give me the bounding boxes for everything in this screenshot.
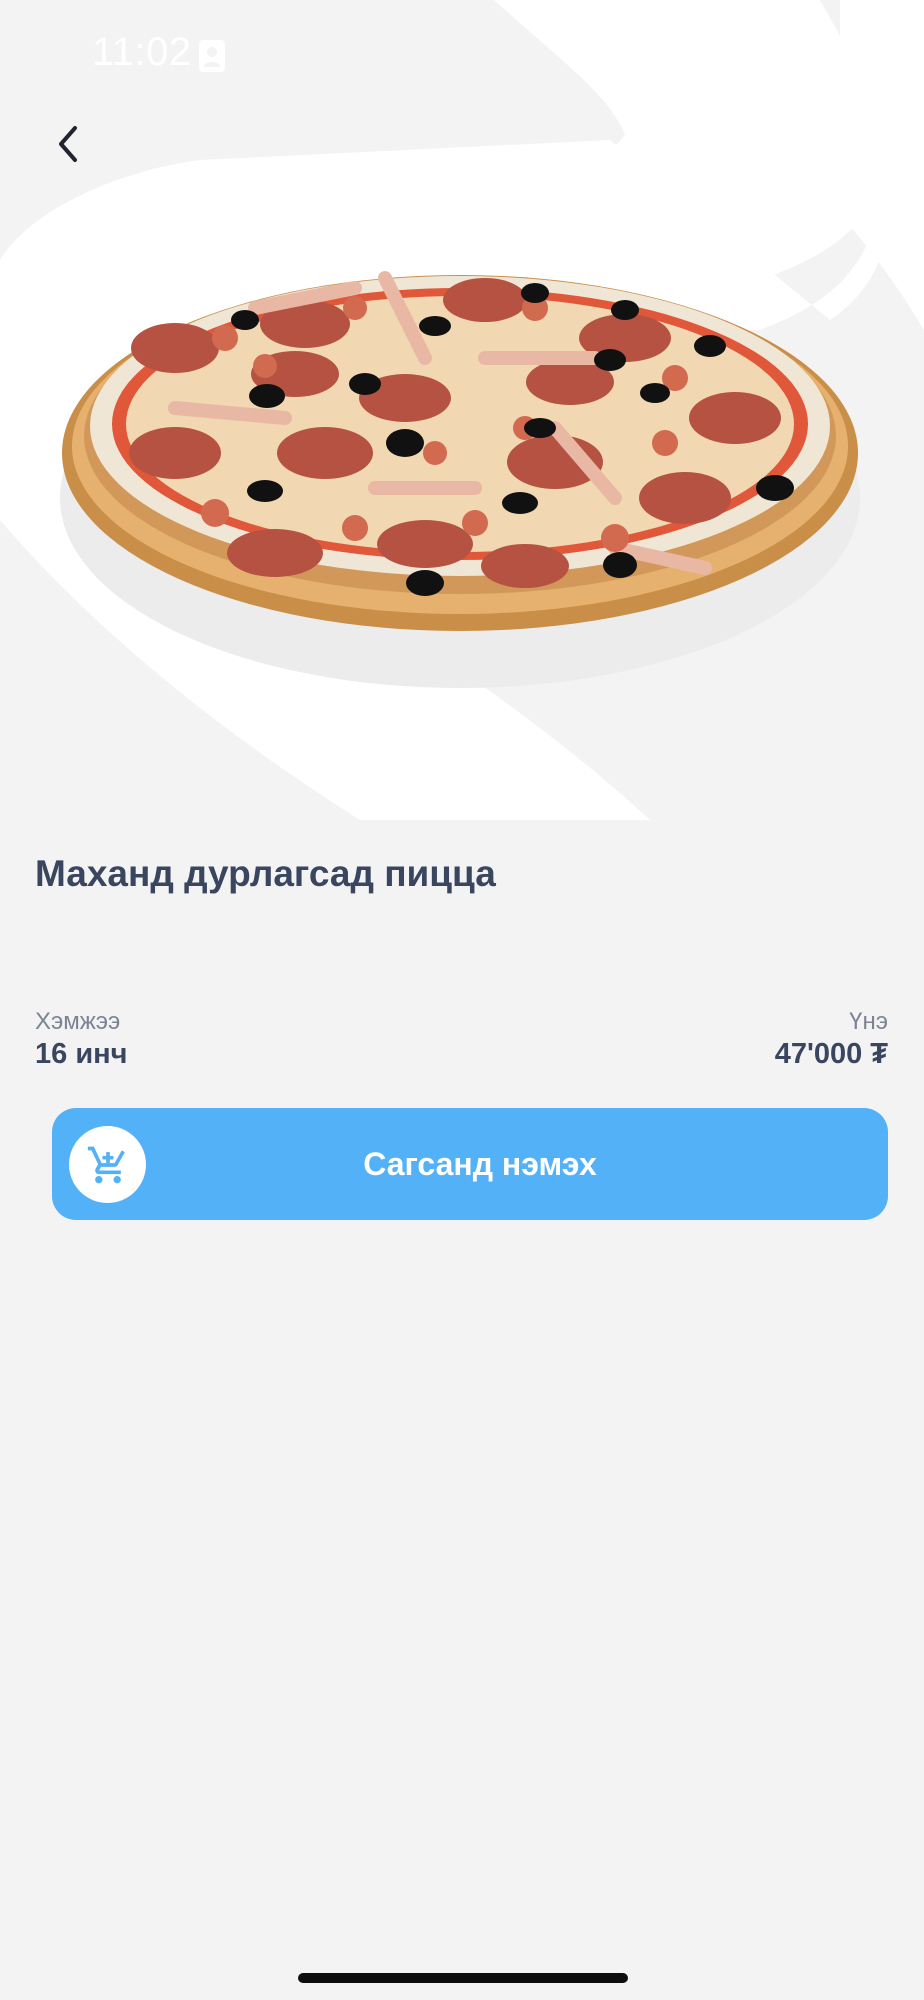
add-to-cart-button[interactable]: Сагсанд нэмэх	[52, 1108, 888, 1220]
person-badge-icon	[199, 40, 225, 72]
product-title: Маханд дурлагсад пицца	[35, 853, 496, 894]
home-indicator[interactable]	[298, 1973, 628, 1983]
pizza-image	[60, 271, 860, 688]
size-label: Хэмжээ	[35, 1008, 121, 1035]
size-value: 16 инч	[35, 1038, 128, 1070]
product-hero: 11:02	[0, 0, 924, 820]
back-button[interactable]	[40, 115, 98, 173]
status-time: 11:02	[92, 30, 192, 74]
add-to-cart-label: Сагсанд нэмэх	[363, 1145, 597, 1182]
price-label: Үнэ	[849, 1008, 888, 1035]
price-value: 47'000 ₮	[774, 1038, 888, 1070]
chevron-left-icon	[59, 126, 77, 162]
